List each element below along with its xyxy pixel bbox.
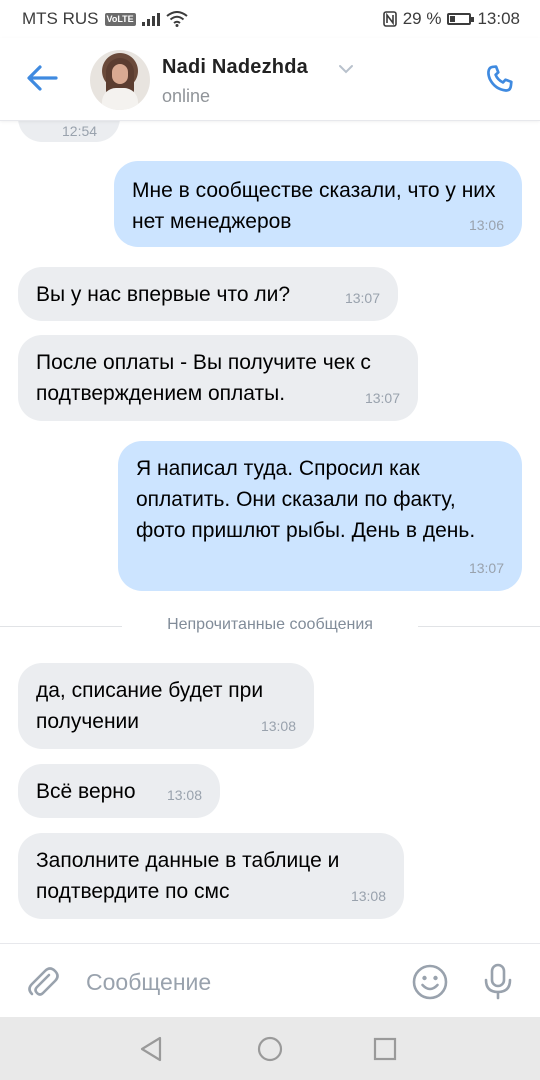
message-time: 13:07: [468, 560, 504, 576]
message-list[interactable]: 12:54 Мне в сообществе сказали, что у ни…: [0, 120, 540, 942]
message-bubble[interactable]: После оплаты - Вы получите чек с подтвер…: [18, 335, 418, 421]
contact-name[interactable]: Nadi Nadezhda: [162, 56, 308, 79]
paperclip-icon: [28, 967, 59, 996]
call-button[interactable]: [480, 60, 520, 100]
message-composer: [0, 943, 540, 1018]
emoji-icon: [412, 964, 448, 1000]
attach-button[interactable]: [22, 962, 62, 1002]
message-time: 13:08: [166, 787, 202, 803]
message-bubble[interactable]: Мне в сообществе сказали, что у них нет …: [114, 161, 522, 247]
clock: 13:08: [477, 9, 520, 28]
battery-percent: 29 %: [402, 9, 442, 28]
system-nav-bar: [0, 1017, 540, 1080]
back-button[interactable]: [22, 58, 62, 98]
back-arrow-icon: [27, 65, 58, 91]
nfc-icon: [382, 11, 397, 27]
wifi-icon: [166, 11, 188, 27]
unread-divider-label: Непрочитанные сообщения: [167, 616, 373, 633]
nav-home-icon[interactable]: [256, 1035, 284, 1063]
message-time: 13:07: [344, 290, 380, 306]
online-status: online: [162, 86, 211, 106]
message-time: 13:07: [364, 390, 400, 406]
chat-header: Nadi Nadezhda online: [0, 38, 540, 121]
phone-icon: [487, 65, 513, 92]
message-text: Мне в сообществе сказали, что у них нет …: [132, 179, 496, 233]
message-bubble[interactable]: Я написал туда. Спросил как оплатить. Он…: [118, 441, 522, 591]
volte-badge: VoLTE: [104, 12, 136, 26]
message-bubble[interactable]: Всё верно 13:08: [18, 764, 220, 818]
emoji-button[interactable]: [410, 962, 450, 1002]
microphone-icon: [484, 963, 512, 1000]
message-bubble[interactable]: Заполните данные в таблице и подтвердите…: [18, 833, 404, 919]
unread-divider: Непрочитанные сообщения: [0, 614, 540, 638]
message-time: 13:08: [260, 718, 296, 734]
signal-icon: [141, 13, 160, 26]
avatar[interactable]: [90, 50, 150, 110]
message-time: 13:06: [468, 217, 504, 233]
chevron-down-icon[interactable]: [338, 64, 354, 74]
message-text: Заполните данные в таблице и подтвердите…: [36, 849, 340, 903]
nav-recents-icon[interactable]: [373, 1037, 397, 1061]
message-bubble[interactable]: да, списание будет при получении 13:08: [18, 663, 314, 749]
message-time: 12:54: [62, 123, 98, 139]
nav-back-icon[interactable]: [138, 1035, 164, 1063]
microphone-button[interactable]: [478, 961, 518, 1001]
carrier-label: MTS RUS: [22, 9, 99, 28]
message-text: да, списание будет при получении: [36, 679, 264, 733]
battery-icon: [447, 13, 475, 25]
status-bar: MTS RUS VoLTE 29 % 13:08: [0, 0, 540, 38]
message-bubble[interactable]: Вы у нас впервые что ли? 13:07: [18, 267, 398, 321]
message-text: Я написал туда. Спросил как оплатить. Он…: [136, 457, 476, 542]
message-time: 13:08: [350, 888, 386, 904]
message-text: Вы у нас впервые что ли?: [36, 283, 291, 306]
message-input[interactable]: [86, 964, 386, 1000]
message-text: После оплаты - Вы получите чек с подтвер…: [36, 351, 371, 405]
message-bubble[interactable]: 12:54: [18, 120, 120, 142]
